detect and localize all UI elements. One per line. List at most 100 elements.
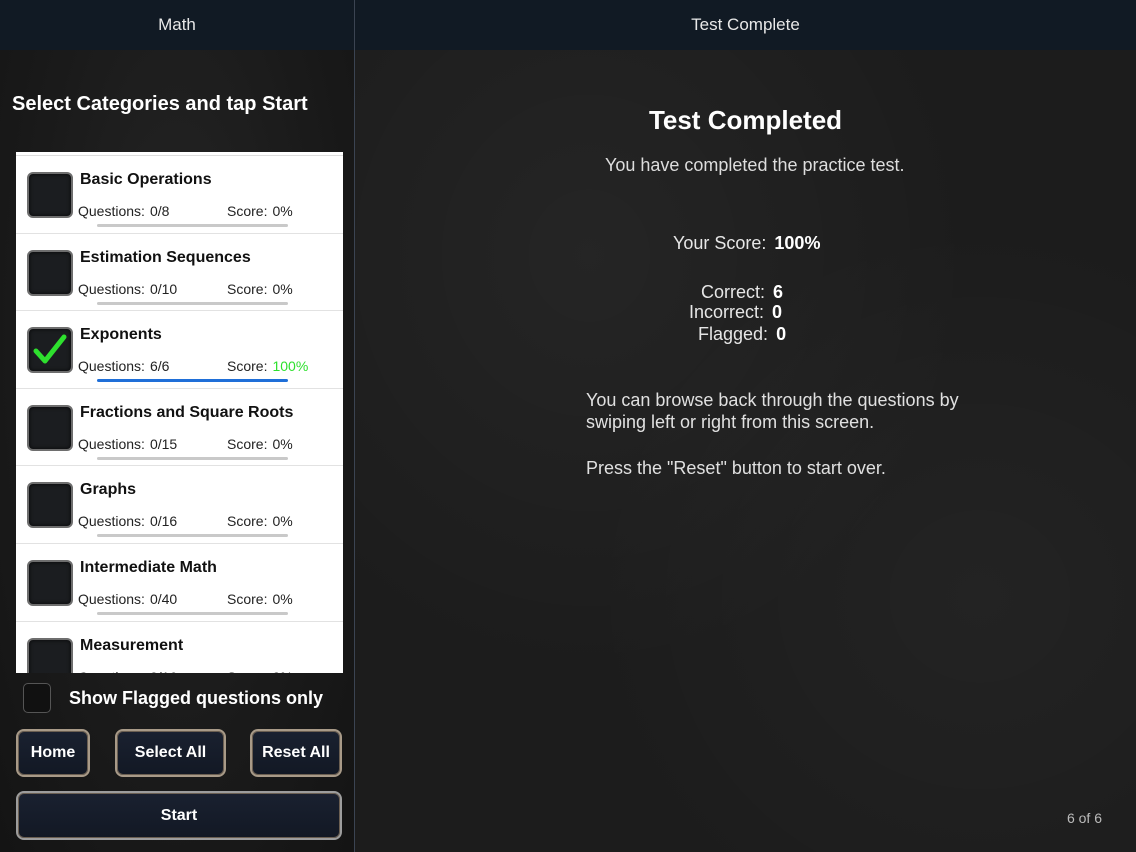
category-questions: Questions:0/16 bbox=[78, 513, 177, 529]
category-score: Score:0% bbox=[227, 513, 293, 529]
category-name: Intermediate Math bbox=[80, 558, 217, 576]
category-score: Score:0% bbox=[227, 436, 293, 452]
score-value: 0% bbox=[272, 669, 292, 673]
score-label: Score: bbox=[227, 513, 268, 530]
category-row[interactable]: Intermediate Math Questions: 0/40 Score: 0% bbox=[16, 544, 343, 622]
category-heading: Select Categories and tap Start bbox=[12, 93, 308, 115]
questions-label: Questions: bbox=[78, 435, 145, 452]
correct-label: Correct: bbox=[701, 282, 766, 302]
reset-instructions: Press the "Reset" button to start over. bbox=[586, 458, 886, 478]
stat-score: Your Score: 100% bbox=[673, 233, 820, 254]
stat-correct: Correct: 6 bbox=[701, 282, 783, 303]
category-row[interactable]: Exponents Questions: 6/6 Score: 100% bbox=[16, 311, 343, 389]
category-name: Fractions and Square Roots bbox=[80, 403, 294, 421]
score-value: 0% bbox=[272, 435, 293, 452]
page-indicator: 6 of 6 bbox=[1066, 810, 1102, 826]
category-progress-bar bbox=[97, 611, 288, 615]
flagged-label: Flagged: bbox=[698, 324, 769, 344]
category-checkbox[interactable] bbox=[27, 637, 73, 673]
score-label: Score: bbox=[227, 669, 267, 673]
incorrect-label: Incorrect: bbox=[689, 302, 765, 322]
category-name: Basic Operations bbox=[80, 171, 212, 188]
incorrect-value: 0 bbox=[772, 302, 783, 322]
browse-instructions: You can browse back through the question… bbox=[586, 390, 959, 432]
flagged-value: 0 bbox=[776, 324, 787, 344]
questions-value: 0/16 bbox=[150, 669, 177, 673]
score-value: 0% bbox=[272, 280, 293, 297]
category-score: Score:0% bbox=[227, 203, 293, 219]
questions-value: 0/40 bbox=[149, 590, 178, 607]
category-questions: Questions: 6/6 bbox=[78, 358, 169, 374]
category-name: Estimation Sequences bbox=[80, 248, 251, 266]
questions-value: 0/15 bbox=[149, 435, 178, 452]
category-row[interactable]: Basic Operations Questions: 0/8 Score: 0% bbox=[16, 156, 343, 234]
left-nav-title: Math bbox=[158, 15, 196, 34]
category-name: Measurement bbox=[80, 636, 184, 654]
category-progress-bar bbox=[97, 301, 288, 305]
category-row[interactable]: Measurement Questions: 0/16 Score: 0% bbox=[16, 622, 343, 673]
score-label: Score: bbox=[227, 280, 268, 297]
category-name: Exponents bbox=[80, 326, 162, 344]
questions-value: 6/6 bbox=[149, 358, 170, 375]
category-questions: Questions: 0/10 bbox=[78, 281, 177, 297]
flagged-only-toggle[interactable]: Show Flagged questions only bbox=[23, 683, 323, 713]
category-row[interactable]: Graphs Questions: 0/16 Score: 0% bbox=[16, 466, 343, 544]
correct-value: 6 bbox=[773, 282, 784, 302]
results-heading: Test Completed bbox=[648, 105, 843, 135]
score-label: Score: bbox=[227, 358, 268, 375]
app-root: Math Select Categories and tap Start Bas… bbox=[0, 0, 1136, 852]
category-checkbox[interactable] bbox=[27, 404, 73, 451]
category-questions: Questions: 0/40 bbox=[78, 591, 177, 607]
score-label: Score: bbox=[227, 203, 268, 219]
category-rows: Basic Operations Questions: 0/8 Score: 0% Est… bbox=[16, 156, 343, 673]
reset-all-button[interactable]: Reset All bbox=[250, 729, 342, 777]
stat-incorrect: Incorrect: 0 bbox=[689, 302, 782, 323]
category-progress-bar bbox=[97, 224, 288, 227]
flagged-only-label: Show Flagged questions only bbox=[69, 687, 324, 708]
select-all-button[interactable]: Select All bbox=[115, 729, 226, 777]
checkmark-icon bbox=[33, 334, 67, 364]
questions-value: 0/8 bbox=[149, 203, 170, 219]
score-value: 0% bbox=[272, 590, 293, 607]
category-score: Score:0% bbox=[227, 281, 293, 297]
category-progress-bar bbox=[97, 379, 288, 383]
category-row[interactable]: Estimation Sequences Questions: 0/10 Score:… bbox=[16, 234, 343, 312]
questions-label: Questions: bbox=[78, 280, 145, 297]
category-checkbox[interactable] bbox=[27, 327, 73, 374]
score-value: 0% bbox=[272, 513, 293, 530]
category-checkbox[interactable] bbox=[27, 482, 73, 529]
score-label: Your Score: bbox=[673, 233, 767, 253]
questions-value: 0/16 bbox=[149, 513, 178, 530]
category-list[interactable]: Basic Operations Questions: 0/8 Score: 0% Est… bbox=[16, 152, 343, 673]
right-navbar: Test Complete bbox=[355, 0, 1136, 50]
flagged-only-checkbox[interactable] bbox=[23, 683, 51, 713]
left-navbar: Math bbox=[0, 0, 354, 50]
category-score: Score: 0% bbox=[227, 669, 293, 673]
results-subheading: You have completed the practice test. bbox=[605, 155, 905, 175]
home-button[interactable]: Home bbox=[16, 729, 90, 777]
category-checkbox[interactable] bbox=[27, 249, 73, 296]
category-questions: Questions: 0/15 bbox=[78, 436, 177, 452]
score-label: Score: bbox=[227, 590, 268, 607]
questions-label: Questions: bbox=[78, 203, 145, 219]
questions-label: Questions: bbox=[78, 669, 145, 673]
score-value: 100% bbox=[774, 233, 821, 253]
questions-value: 0/10 bbox=[149, 280, 178, 297]
category-progress-bar bbox=[97, 534, 288, 538]
questions-label: Questions: bbox=[78, 513, 145, 530]
category-checkbox[interactable] bbox=[27, 559, 73, 606]
category-progress-bar bbox=[97, 456, 288, 460]
stat-flagged: Flagged: 0 bbox=[698, 324, 786, 345]
progress-fill bbox=[97, 379, 288, 383]
start-button[interactable]: Start bbox=[16, 791, 342, 840]
questions-label: Questions: bbox=[78, 358, 145, 375]
score-value: 0% bbox=[272, 203, 293, 219]
right-nav-title: Test Complete bbox=[691, 15, 800, 34]
category-checkbox[interactable] bbox=[27, 172, 73, 218]
category-panel: Math Select Categories and tap Start Bas… bbox=[0, 0, 355, 852]
score-value: 100% bbox=[272, 358, 309, 375]
category-row[interactable]: Fractions and Square Roots Questions: 0/15… bbox=[16, 389, 343, 467]
category-questions: Questions: 0/16 bbox=[78, 669, 177, 673]
score-label: Score: bbox=[227, 435, 268, 452]
results-panel[interactable]: Test Complete Test Completed You have co… bbox=[355, 0, 1136, 852]
